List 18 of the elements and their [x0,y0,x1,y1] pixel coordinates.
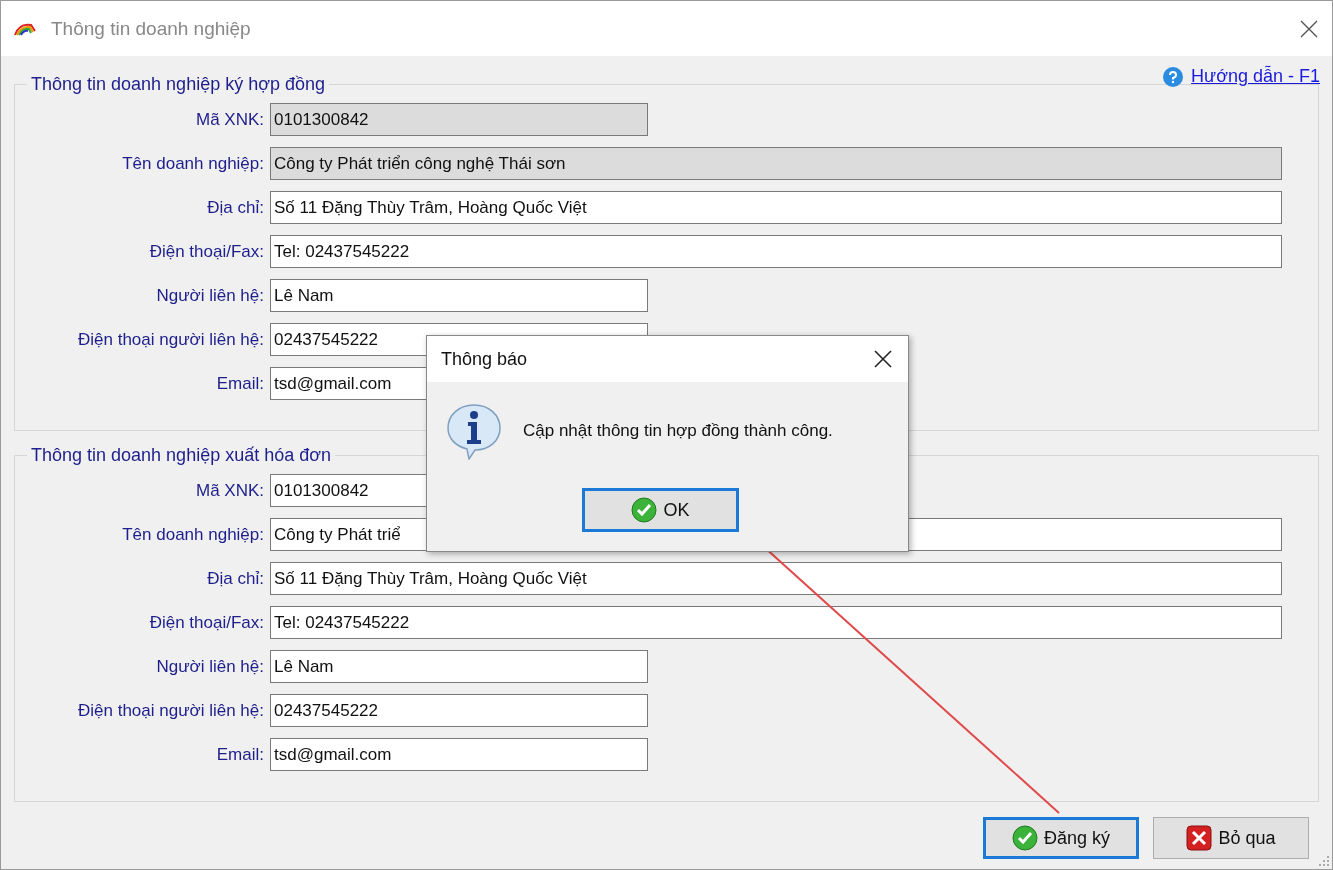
window-title: Thông tin doanh nghiệp [51,17,252,40]
field-label: Người liên hệ: [155,285,264,306]
field-label: Địa chỉ: [206,568,264,589]
field-label: Điện thoại/Fax: [148,241,264,262]
field-label: Email: [215,373,264,394]
field-label: Tên doanh nghiệp: [121,524,264,545]
field-label: Điện thoại/Fax: [148,612,264,633]
group-title: Thông tin doanh nghiệp xuất hóa đơn [30,445,333,466]
field-label: Tên doanh nghiệp: [121,153,264,174]
group-title: Thông tin doanh nghiệp ký hợp đồng [30,74,327,95]
dialog-message: Cập nhật thông tin hợp đồng thành công. [523,421,833,441]
field-label: Điện thoại người liên hệ: [76,329,264,350]
field-label: Địa chỉ: [206,197,264,218]
field-label: Email: [215,744,264,765]
field-label: Người liên hệ: [155,656,264,677]
field-label: Mã XNK: [194,109,264,130]
field-label: Điện thoại người liên hệ: [76,700,264,721]
field-label: Mã XNK: [194,480,264,501]
